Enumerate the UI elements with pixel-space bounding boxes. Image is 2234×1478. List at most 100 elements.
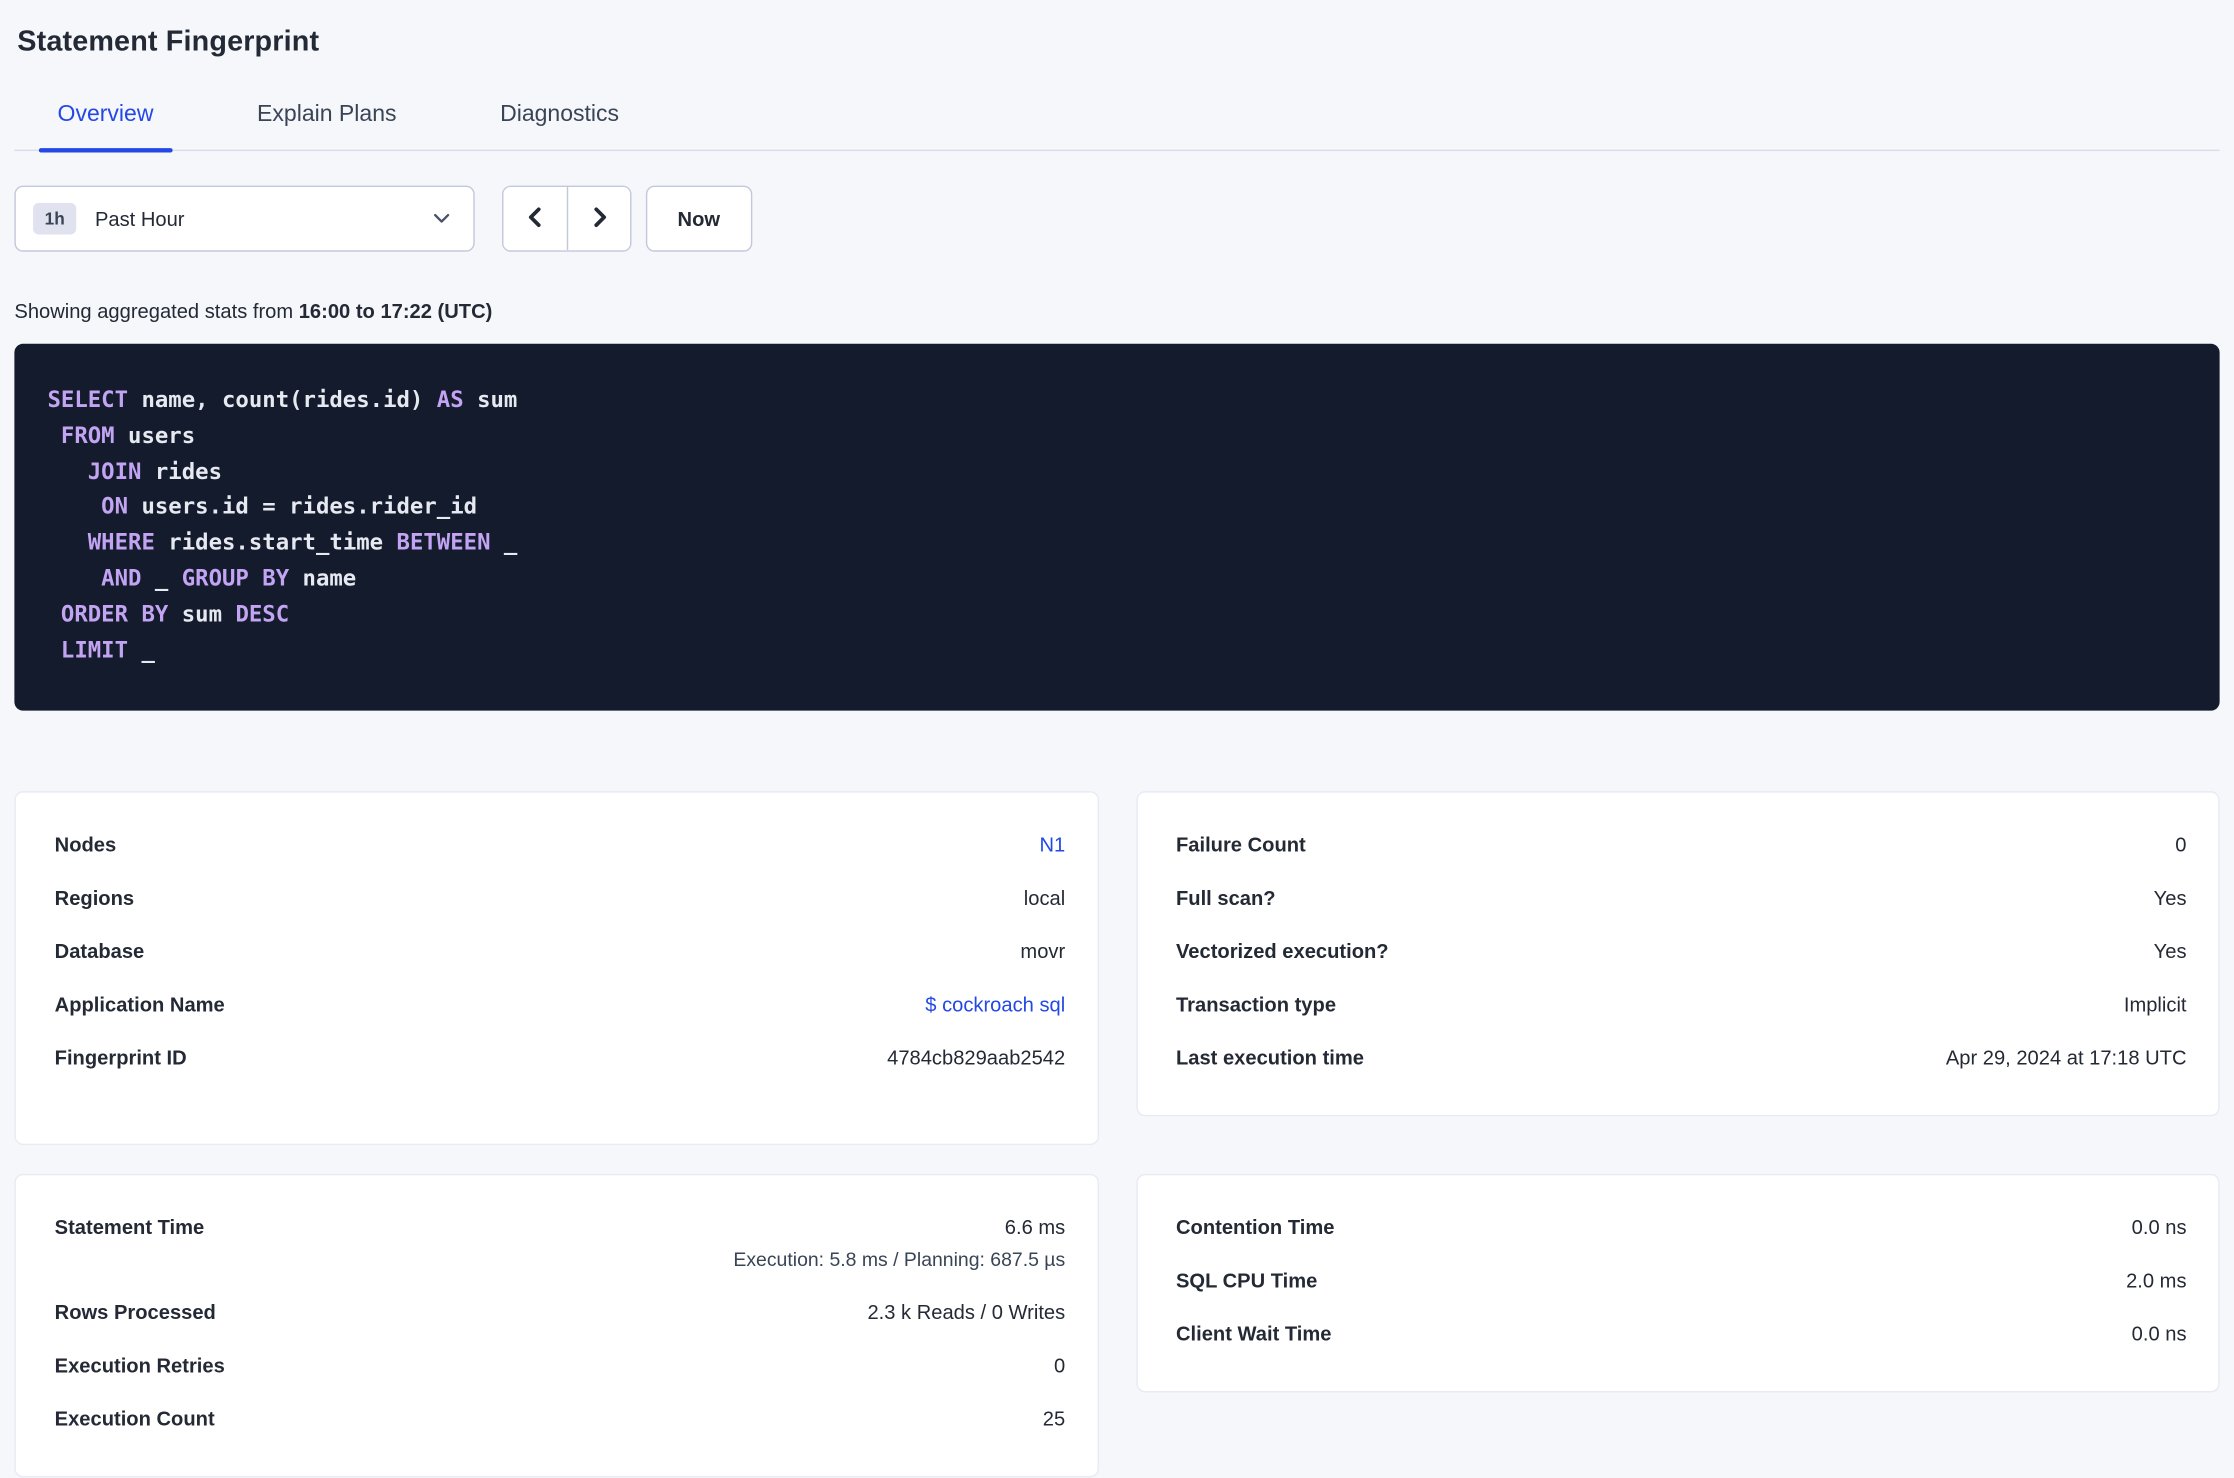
row-label: Regions <box>54 885 135 909</box>
time-range-label: Past Hour <box>94 207 185 231</box>
row-value-link[interactable]: $ cockroach sql <box>925 990 1065 1019</box>
row-value-wrap: 0 <box>2175 830 2186 859</box>
row-value: movr <box>1020 939 1066 963</box>
now-button[interactable]: Now <box>645 185 752 252</box>
sql-text: users.id = rides.rider_id <box>128 493 478 520</box>
row-value: Implicit <box>2123 992 2187 1016</box>
kv-row: Execution Count 25 <box>55 1392 1066 1445</box>
sql-keyword: BETWEEN <box>396 529 491 556</box>
row-label: SQL CPU Time <box>1175 1268 1318 1292</box>
row-value-wrap: 4784cb829aab2542 <box>887 1043 1065 1072</box>
next-time-button[interactable] <box>566 187 631 251</box>
aggregated-stats-summary: Showing aggregated stats from 16:00 to 1… <box>14 299 2219 322</box>
row-value-wrap: $ cockroach sql <box>925 990 1065 1019</box>
row-value: 0.0 ns <box>2131 1215 2187 1239</box>
row-value-wrap: 6.6 ms Execution: 5.8 ms / Planning: 687.… <box>733 1212 1065 1272</box>
sql-text: rides.start_time <box>154 529 397 556</box>
sql-keyword: ORDER BY <box>60 600 169 627</box>
card-timings-left: Statement Time 6.6 ms Execution: 5.8 ms / … <box>14 1174 1099 1478</box>
kv-row: Rows Processed 2.3 k Reads / 0 Writes <box>55 1285 1066 1338</box>
time-range-badge: 1h <box>33 202 77 235</box>
sql-text: users <box>114 422 196 449</box>
row-value-wrap: movr <box>1020 936 1065 965</box>
tab-overview[interactable]: Overview <box>38 102 172 153</box>
row-label: Application Name <box>54 992 225 1016</box>
sql-keyword: JOIN <box>87 458 142 485</box>
row-value-wrap: 2.0 ms <box>2126 1266 2186 1295</box>
row-value-wrap: 25 <box>1043 1404 1065 1433</box>
row-label: Execution Retries <box>54 1353 225 1377</box>
sql-keyword: SELECT <box>47 386 129 413</box>
chevron-left-icon <box>525 205 545 232</box>
row-value: Yes <box>2153 939 2187 963</box>
row-value-wrap: 2.3 k Reads / 0 Writes <box>867 1297 1065 1326</box>
row-label: Client Wait Time <box>1175 1321 1332 1345</box>
kv-row: Vectorized execution? Yes <box>1176 924 2187 977</box>
row-value: 0 <box>2175 832 2187 856</box>
row-label: Contention Time <box>1175 1215 1335 1239</box>
row-value-wrap: 0.0 ns <box>2132 1319 2187 1348</box>
tab-bar: Overview Explain Plans Diagnostics <box>14 102 2220 153</box>
sql-line: JOIN rides <box>47 454 2186 490</box>
sql-text: _ <box>490 529 518 556</box>
sql-line: ON users.id = rides.rider_id <box>47 490 2186 526</box>
summary-cards: Nodes N1 Regions local Database movr Applicati… <box>14 791 2220 1478</box>
row-value: local <box>1023 885 1066 909</box>
sql-keyword: FROM <box>60 422 115 449</box>
row-value: Yes <box>2153 885 2187 909</box>
kv-row: Nodes N1 <box>55 818 1066 871</box>
sql-statement-box: SELECT name, count(rides.id) AS sum FROM… <box>14 343 2220 712</box>
sql-keyword: GROUP BY <box>181 565 290 592</box>
row-label: Transaction type <box>1175 992 1337 1016</box>
sql-line: LIMIT _ <box>47 632 2186 668</box>
row-value: 2.3 k Reads / 0 Writes <box>867 1300 1066 1324</box>
row-value: 6.6 ms <box>1004 1215 1066 1239</box>
time-controls: 1h Past Hour Now <box>14 185 2219 252</box>
sql-keyword: DESC <box>235 600 290 627</box>
row-label: Nodes <box>54 832 117 856</box>
sql-text: rides <box>141 458 223 485</box>
row-value-link[interactable]: N1 <box>1039 830 1065 859</box>
kv-row: SQL CPU Time 2.0 ms <box>1176 1253 2187 1306</box>
sql-statement: SELECT name, count(rides.id) AS sum FROM… <box>47 383 2186 668</box>
chevron-right-icon <box>589 205 609 232</box>
statement-fingerprint-page: Statement Fingerprint Overview Explain Pl… <box>0 0 2234 1478</box>
kv-row: Regions local <box>55 871 1066 924</box>
chevron-down-icon <box>433 213 450 225</box>
sql-line: SELECT name, count(rides.id) AS sum <box>47 383 2186 419</box>
sql-keyword: LIMIT <box>60 636 129 663</box>
sql-line: WHERE rides.start_time BETWEEN _ <box>47 525 2186 561</box>
kv-row: Transaction type Implicit <box>1176 977 2187 1030</box>
tab-diagnostics[interactable]: Diagnostics <box>500 102 619 149</box>
time-range-dropdown[interactable]: 1h Past Hour <box>14 185 475 252</box>
tab-explain-plans[interactable]: Explain Plans <box>257 102 396 149</box>
sql-line: FROM users <box>47 418 2186 454</box>
kv-row: Fingerprint ID 4784cb829aab2542 <box>55 1031 1066 1084</box>
row-value-wrap: local <box>1024 883 1065 912</box>
card-overview-left: Nodes N1 Regions local Database movr Applicati… <box>14 791 1099 1146</box>
prev-time-button[interactable] <box>503 187 567 251</box>
row-label: Vectorized execution? <box>1175 939 1389 963</box>
row-label: Fingerprint ID <box>54 1045 187 1069</box>
sql-keyword: AS <box>436 386 464 413</box>
kv-row: Client Wait Time 0.0 ns <box>1176 1307 2187 1360</box>
sql-text: name, count(rides.id) <box>128 386 437 413</box>
kv-row: Contention Time 0.0 ns <box>1176 1200 2187 1253</box>
kv-row: Last execution time Apr 29, 2024 at 17:18… <box>1176 1031 2187 1084</box>
row-label: Failure Count <box>1175 832 1306 856</box>
card-overview-right: Failure Count 0 Full scan? Yes Vectorized ex… <box>1135 791 2220 1117</box>
row-label: Statement Time <box>54 1215 205 1239</box>
row-value-wrap: Yes <box>2154 883 2187 912</box>
row-value-subtext: Execution: 5.8 ms / Planning: 687.5 µs <box>733 1248 1066 1271</box>
kv-row: Full scan? Yes <box>1176 871 2187 924</box>
row-value: 25 <box>1042 1406 1066 1430</box>
row-label: Last execution time <box>1175 1045 1364 1069</box>
row-value: Apr 29, 2024 at 17:18 UTC <box>1945 1045 2187 1069</box>
sql-keyword: WHERE <box>87 529 155 556</box>
row-value: 0 <box>1053 1353 1066 1377</box>
row-label: Rows Processed <box>54 1300 216 1324</box>
